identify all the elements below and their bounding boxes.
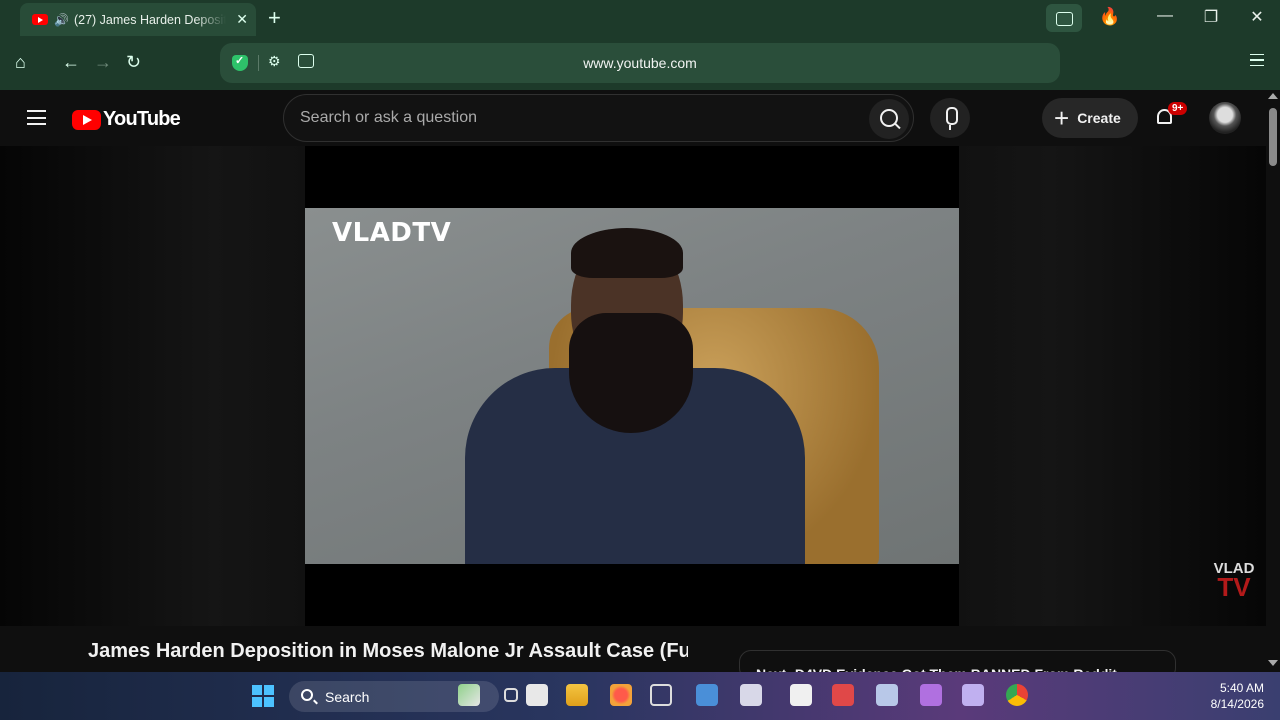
ambient-glow-right (959, 146, 1266, 626)
plus-icon: + (1054, 103, 1070, 133)
app-window-icon[interactable] (526, 684, 548, 706)
scroll-up-arrow-icon[interactable] (1268, 93, 1278, 99)
page-scrollbar[interactable] (1266, 90, 1280, 672)
scroll-down-arrow-icon[interactable] (1268, 660, 1278, 666)
back-arrow-icon[interactable]: ← (62, 52, 80, 73)
flame-icon[interactable]: 🔥 (1096, 7, 1124, 27)
system-clock[interactable]: 5:40 AM 8/14/2026 (1211, 680, 1264, 712)
tab-title: (27) James Harden Deposition in Moses Ma… (73, 12, 226, 27)
notifications-button[interactable]: 9+ (1154, 102, 1188, 129)
search-icon (301, 689, 313, 701)
video-frame[interactable]: VLADTV (305, 208, 959, 564)
person-beard-shape (569, 313, 693, 433)
browser-app-icon[interactable] (610, 684, 632, 706)
clock-date: 8/14/2026 (1210, 697, 1264, 711)
youtube-play-icon (72, 109, 101, 130)
sidebar-toggle-icon[interactable] (1046, 4, 1082, 32)
file-explorer-icon[interactable] (566, 684, 588, 706)
address-bar[interactable]: ⚙ www.youtube.com (220, 43, 1060, 83)
windows-start-icon[interactable] (252, 685, 274, 707)
app-icon-7[interactable] (876, 684, 898, 706)
browser-menu-icon[interactable] (1250, 54, 1264, 66)
video-player[interactable]: VLADTV (305, 146, 959, 626)
forward-arrow-icon[interactable]: → (94, 52, 112, 73)
browser-toolbar: ⌂ ← → ↻ ⚙ www.youtube.com (0, 36, 1280, 90)
guide-menu-icon[interactable] (27, 110, 46, 125)
chrome-icon[interactable] (1006, 684, 1028, 706)
new-tab-button[interactable]: + (268, 5, 281, 31)
create-label: Create (1077, 110, 1121, 126)
app-icon-2[interactable] (650, 684, 672, 706)
app-icon-8[interactable] (920, 684, 942, 706)
app-icon-4[interactable] (740, 684, 762, 706)
avatar[interactable] (1209, 102, 1241, 134)
audio-playing-icon[interactable]: 🔊 (54, 13, 69, 27)
app-icon-3[interactable] (696, 684, 718, 706)
video-watermark: VLADTV (332, 218, 452, 248)
youtube-favicon-icon (32, 14, 48, 25)
create-button[interactable]: + Create (1042, 98, 1138, 138)
channel-watermark-bottom: TV (1217, 571, 1251, 602)
clock-time: 5:40 AM (1219, 681, 1264, 695)
app-icon-9[interactable] (962, 684, 984, 706)
search-button[interactable] (869, 99, 909, 139)
app-icon-5[interactable] (790, 684, 812, 706)
youtube-logo[interactable]: YouTube (72, 108, 181, 131)
browser-titlebar: 🔊 (27) James Harden Deposition in Moses … (0, 0, 1280, 36)
home-icon[interactable]: ⌂ (15, 52, 26, 73)
search-input[interactable]: Search or ask a question (300, 109, 477, 127)
video-title: James Harden Deposition in Moses Malone … (88, 640, 688, 662)
url-text[interactable]: www.youtube.com (220, 55, 1060, 71)
search-box[interactable]: Search or ask a question (283, 94, 914, 142)
person-hair-shape (571, 228, 683, 278)
scrollbar-thumb[interactable] (1269, 108, 1277, 166)
browser-tab-youtube[interactable]: 🔊 (27) James Harden Deposition in Moses … (20, 3, 256, 36)
ambient-glow-left (0, 146, 305, 626)
tab-close-icon[interactable]: ✕ (236, 11, 248, 28)
channel-watermark: VLAD TV (1210, 561, 1258, 602)
taskbar-search-label: Search (325, 689, 370, 705)
app-icon-6[interactable] (832, 684, 854, 706)
windows-taskbar: Search 5:40 AM 8/14/2026 (0, 672, 1280, 720)
restore-button[interactable]: ❐ (1197, 7, 1225, 27)
task-view-icon[interactable] (504, 688, 518, 702)
notification-badge: 9+ (1168, 102, 1188, 115)
voice-search-button[interactable] (930, 98, 970, 138)
youtube-header: YouTube Search or ask a question + Creat… (0, 90, 1266, 146)
widgets-icon[interactable] (458, 684, 480, 706)
minimize-button[interactable]: — (1151, 7, 1179, 25)
close-window-button[interactable]: ✕ (1243, 7, 1271, 27)
youtube-logo-text: YouTube (103, 108, 181, 130)
reload-icon[interactable]: ↻ (126, 52, 141, 73)
